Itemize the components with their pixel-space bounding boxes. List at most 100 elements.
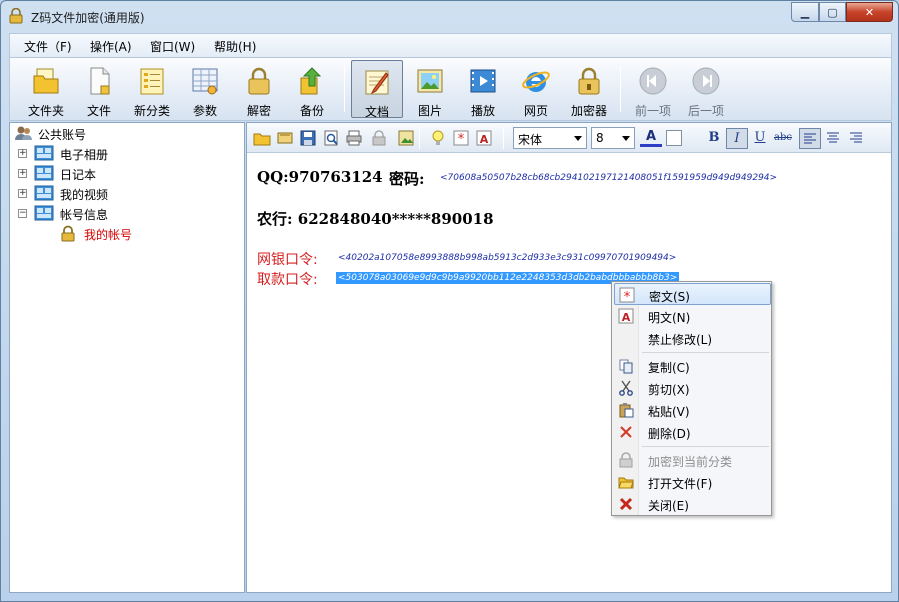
align-left-icon[interactable] xyxy=(799,128,821,149)
strikethrough-icon[interactable]: abc xyxy=(772,128,794,149)
menu-item-cipher[interactable]: * 密文(S) xyxy=(614,283,771,305)
toolbar-document-button[interactable]: 文档 xyxy=(351,60,403,119)
background-color-swatch[interactable] xyxy=(666,130,682,146)
category-tree: 公共账号 + 电子相册 + 日记本 + 我的视频 − 帐号信息 我的帐号 xyxy=(9,122,245,593)
cipher-icon[interactable]: * xyxy=(452,129,470,147)
toolbar-label: 加密器 xyxy=(570,104,607,118)
menu-item-label: 剪切(X) xyxy=(648,383,690,397)
load-icon[interactable] xyxy=(276,129,294,147)
menu-help[interactable]: 帮助(H) xyxy=(214,38,256,55)
chevron-down-icon xyxy=(574,136,582,141)
menu-window[interactable]: 窗口(W) xyxy=(150,38,195,55)
minimize-button[interactable]: ▁ xyxy=(791,2,819,22)
app-window: Z码文件加密(通用版) ▁ ▢ ✕ 文件（F) 操作(A) 窗口(W) 帮助(H… xyxy=(0,0,899,602)
unlock-icon xyxy=(248,67,270,95)
lock-icon xyxy=(61,225,75,242)
toolbar-label: 解密 xyxy=(246,104,271,118)
window-title: Z码文件加密(通用版) xyxy=(31,11,145,25)
toolbar-browser-button[interactable]: 网页 xyxy=(510,60,562,118)
toolbar-label: 新分类 xyxy=(133,104,170,118)
lock-icon[interactable] xyxy=(370,129,388,147)
menu-item-close[interactable]: 关闭(E) xyxy=(614,493,771,515)
underline-icon[interactable]: U xyxy=(749,128,771,149)
delete-icon xyxy=(620,426,632,438)
collapse-icon[interactable]: − xyxy=(18,209,27,218)
tree-item-album[interactable]: + 电子相册 xyxy=(18,145,218,163)
tree-item-label: 电子相册 xyxy=(60,148,109,162)
italic-icon[interactable]: I xyxy=(726,128,748,149)
insert-image-icon[interactable] xyxy=(397,129,415,147)
bank-line: 农行: 622848040*****890018 xyxy=(257,210,494,228)
toolbar-encryptor-button[interactable]: 加密器 xyxy=(563,60,615,118)
tree-item-diary[interactable]: + 日记本 xyxy=(18,165,218,183)
expand-icon[interactable]: + xyxy=(18,169,27,178)
bulb-icon[interactable] xyxy=(429,129,447,147)
preview-icon[interactable] xyxy=(322,129,340,147)
menu-item-open-file[interactable]: 打开文件(F) xyxy=(614,471,771,493)
paste-icon xyxy=(619,403,634,418)
toolbar-label: 播放 xyxy=(470,104,495,118)
password-label: 密码: xyxy=(389,170,425,188)
toolbar-previous-button[interactable]: 前一项 xyxy=(627,60,679,118)
menu-action[interactable]: 操作(A) xyxy=(90,38,132,55)
image-icon xyxy=(417,69,443,93)
svg-text:*: * xyxy=(458,132,465,147)
align-right-icon[interactable] xyxy=(845,128,867,149)
toolbar-folder-button[interactable]: 文件夹 xyxy=(20,60,72,118)
close-window-button[interactable]: ✕ xyxy=(846,2,893,22)
font-select[interactable]: 宋体 xyxy=(513,127,587,149)
menu-item-cut[interactable]: 剪切(X) xyxy=(614,377,771,399)
save-icon[interactable] xyxy=(299,129,317,147)
align-center-icon[interactable] xyxy=(822,128,844,149)
context-menu: * 密文(S) A 明文(N) 禁止修改(L) 复制(C) 剪切(X) 粘贴(V… xyxy=(611,281,772,516)
encryptor-icon xyxy=(578,67,600,95)
category-icon xyxy=(34,185,54,201)
expand-icon[interactable]: + xyxy=(18,189,27,198)
cipher-icon: * xyxy=(619,287,635,303)
browser-icon xyxy=(522,71,550,92)
open-folder-icon xyxy=(618,477,634,489)
svg-text:A: A xyxy=(622,311,631,324)
font-color-icon[interactable]: A xyxy=(640,128,662,147)
toolbar-play-button[interactable]: 播放 xyxy=(457,60,509,118)
print-icon[interactable] xyxy=(345,129,363,147)
document-content[interactable]: QQ:970763124 密码: <70608a50507b28cb68cb29… xyxy=(247,154,891,592)
plaintext-icon[interactable]: A xyxy=(475,129,493,147)
font-size-select[interactable]: 8 xyxy=(591,127,635,149)
tree-item-accounts[interactable]: − 帐号信息 xyxy=(18,205,218,223)
menu-item-plaintext[interactable]: A 明文(N) xyxy=(614,305,771,327)
toolbar-label: 网页 xyxy=(523,104,548,118)
menu-file[interactable]: 文件（F) xyxy=(24,38,72,55)
toolbar-new-category-button[interactable]: 新分类 xyxy=(126,60,178,118)
toolbar-separator xyxy=(344,66,345,112)
editor-pane: * A 宋体 8 A B I U abc QQ:970763124 密码: <7… xyxy=(246,122,892,593)
editor-separator xyxy=(503,127,504,149)
bold-icon[interactable]: B xyxy=(703,128,725,149)
folder-icon xyxy=(33,68,59,94)
menu-item-copy[interactable]: 复制(C) xyxy=(614,355,771,377)
toolbar-decrypt-button[interactable]: 解密 xyxy=(233,60,285,118)
editor-separator xyxy=(419,127,420,149)
menu-item-encrypt-to-category[interactable]: 加密到当前分类 xyxy=(614,449,771,471)
play-icon xyxy=(470,69,496,93)
toolbar-label: 参数 xyxy=(192,104,217,118)
title-bar[interactable]: Z码文件加密(通用版) ▁ ▢ ✕ xyxy=(1,1,898,31)
toolbar-backup-button[interactable]: 备份 xyxy=(286,60,338,118)
toolbar-image-button[interactable]: 图片 xyxy=(404,60,456,118)
tree-item-my-account[interactable]: 我的帐号 xyxy=(60,225,220,243)
expand-icon[interactable]: + xyxy=(18,149,27,158)
toolbar-file-button[interactable]: 文件 xyxy=(73,60,125,118)
toolbar-label: 文件 xyxy=(86,104,111,118)
tree-item-videos[interactable]: + 我的视频 xyxy=(18,185,218,203)
toolbar-next-button[interactable]: 后一项 xyxy=(680,60,732,118)
menu-item-readonly[interactable]: 禁止修改(L) xyxy=(614,327,771,349)
main-toolbar: 文件夹 文件 新分类 参数 解密 备份 文档 图片 播放 网页 加密器 前一项 … xyxy=(9,57,892,121)
password-cipher: <70608a50507b28cb68cb294102197121408051f… xyxy=(440,173,778,183)
menu-item-delete[interactable]: 删除(D) xyxy=(614,421,771,443)
tree-root-label: 公共账号 xyxy=(38,128,87,142)
toolbar-settings-button[interactable]: 参数 xyxy=(179,60,231,118)
maximize-button[interactable]: ▢ xyxy=(819,2,846,22)
menu-item-paste[interactable]: 粘贴(V) xyxy=(614,399,771,421)
users-icon xyxy=(15,126,32,140)
open-icon[interactable] xyxy=(253,129,271,147)
